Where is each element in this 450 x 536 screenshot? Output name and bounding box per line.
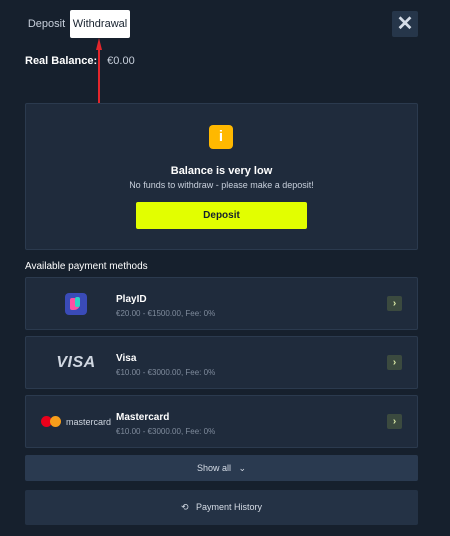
visa-logo: VISA	[26, 337, 126, 388]
mastercard-logo: mastercard	[26, 396, 126, 447]
notice-subtitle: No funds to withdraw - please make a dep…	[129, 180, 314, 190]
method-range: €10.00 - €3000.00, Fee: 0%	[116, 368, 216, 377]
payment-method-playid[interactable]: PlayID €20.00 - €1500.00, Fee: 0% ›	[25, 277, 418, 330]
mastercard-logo-text: mastercard	[65, 416, 111, 427]
notice-title: Balance is very low	[170, 165, 273, 177]
balance-label: Real Balance:	[25, 55, 98, 67]
payment-method-mastercard[interactable]: mastercard Mastercard €10.00 - €3000.00,…	[25, 395, 418, 448]
show-all-label: Show all	[196, 463, 231, 473]
deposit-button[interactable]: Deposit	[136, 202, 307, 229]
tab-withdrawal[interactable]: Withdrawal	[70, 10, 130, 38]
chevron-right-icon[interactable]: ›	[387, 296, 402, 311]
method-range: €20.00 - €1500.00, Fee: 0%	[116, 309, 216, 318]
balance-value: €0.00	[107, 55, 135, 67]
chevron-right-icon[interactable]: ›	[387, 355, 402, 370]
method-range: €10.00 - €3000.00, Fee: 0%	[116, 427, 216, 436]
payment-history-label: Payment History	[196, 502, 263, 512]
chevron-right-icon[interactable]: ›	[387, 414, 402, 429]
info-icon: i	[209, 125, 233, 149]
visa-logo-text: VISA	[56, 353, 96, 371]
close-icon: ✕	[396, 13, 414, 35]
tab-deposit[interactable]: Deposit	[25, 10, 68, 38]
history-icon: ⟲	[180, 502, 189, 512]
method-name: Visa	[116, 353, 137, 364]
close-button[interactable]: ✕	[392, 11, 418, 37]
payment-history-button[interactable]: ⟲ Payment History	[25, 490, 418, 525]
tab-bar: Deposit Withdrawal	[25, 10, 130, 38]
chevron-down-icon: ⌄	[238, 463, 247, 473]
payment-methods-heading: Available payment methods	[25, 261, 148, 272]
method-name: PlayID	[116, 294, 147, 305]
playid-logo	[26, 278, 126, 329]
method-name: Mastercard	[116, 412, 170, 423]
payment-method-visa[interactable]: VISA Visa €10.00 - €3000.00, Fee: 0% ›	[25, 336, 418, 389]
low-balance-notice: i Balance is very low No funds to withdr…	[25, 103, 418, 250]
real-balance: Real Balance: €0.00	[25, 55, 135, 67]
show-all-button[interactable]: Show all ⌄	[25, 455, 418, 481]
